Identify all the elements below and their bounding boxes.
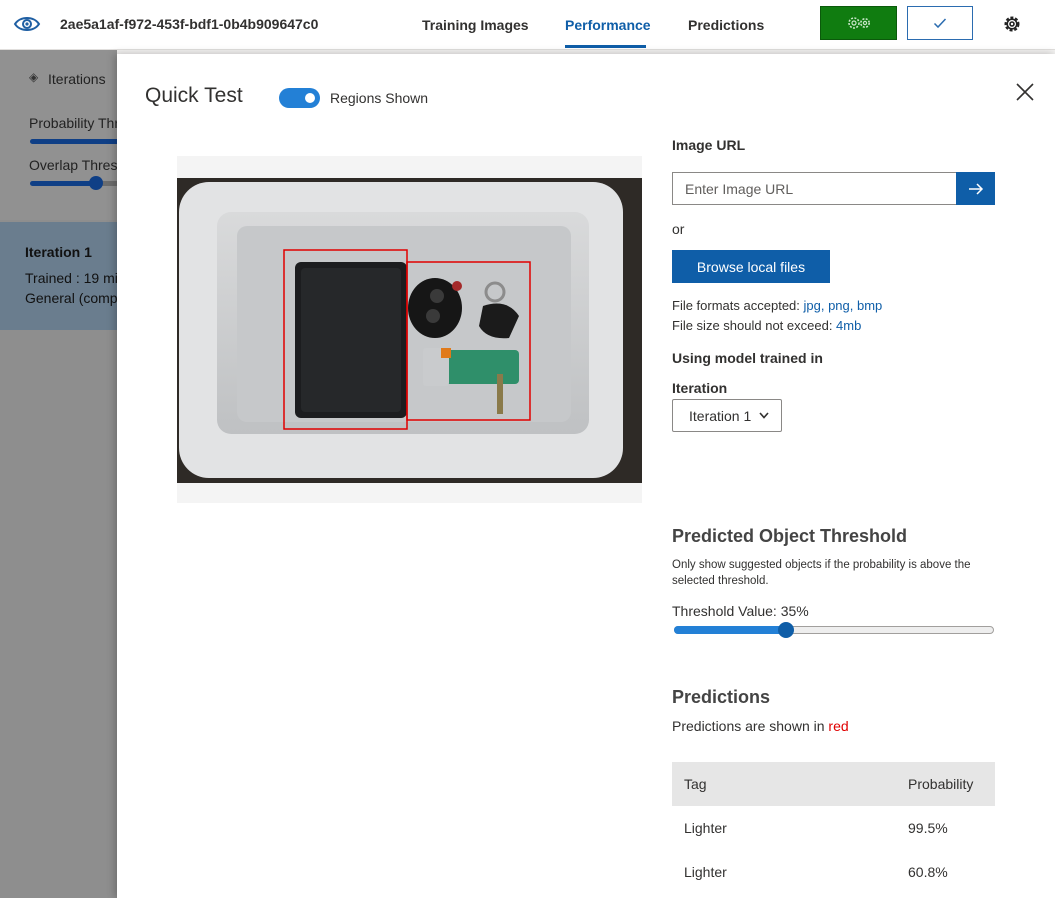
predictions-note-color: red: [828, 718, 849, 734]
threshold-value-label: Threshold Value: 35%: [672, 603, 809, 619]
iteration-card-domain: General (compa: [25, 290, 126, 306]
table-row[interactable]: Lighter 60.8%: [672, 850, 995, 894]
probability-threshold-slider[interactable]: [30, 139, 130, 144]
panel-title: Quick Test: [145, 84, 243, 107]
tab-training-images[interactable]: Training Images: [422, 17, 529, 33]
gear-icon[interactable]: [1001, 13, 1023, 35]
submit-url-button[interactable]: [956, 172, 995, 205]
file-size-info: File size should not exceed: 4mb: [672, 318, 861, 333]
chevron-down-icon: [759, 412, 769, 419]
iteration-card-trained: Trained : 19 mi: [25, 270, 118, 286]
iterations-label: Iterations: [48, 71, 106, 87]
close-icon[interactable]: [1015, 82, 1035, 102]
iteration-select[interactable]: Iteration 1: [672, 399, 782, 432]
gears-icon: [847, 17, 870, 29]
model-trained-label: Using model trained in: [672, 350, 823, 366]
table-header: Tag Probability: [672, 762, 995, 806]
background-side-panel: ◈ Iterations Probability Thr Overlap Thr…: [0, 50, 130, 898]
active-tab-indicator: [565, 45, 646, 48]
file-size-label: File size should not exceed:: [672, 318, 837, 333]
column-header-probability[interactable]: Probability: [908, 776, 995, 792]
file-formats-label: File formats accepted:: [672, 298, 804, 313]
regions-shown-toggle[interactable]: [279, 88, 320, 108]
overlap-threshold-label: Overlap Thresh: [29, 157, 126, 173]
overlap-threshold-knob[interactable]: [89, 176, 103, 190]
iteration-card[interactable]: Iteration 1 Trained : 19 mi General (com…: [0, 222, 125, 330]
threshold-slider-fill: [674, 626, 786, 634]
column-header-tag[interactable]: Tag: [672, 776, 908, 792]
train-button[interactable]: [820, 6, 897, 40]
threshold-description: Only show suggested objects if the proba…: [672, 559, 971, 587]
quick-test-button[interactable]: [907, 6, 973, 40]
test-image-frame: [177, 156, 642, 503]
file-size-value: 4mb: [836, 318, 862, 333]
file-formats-info: File formats accepted: jpg, png, bmp: [672, 298, 882, 313]
iteration-card-title: Iteration 1: [25, 244, 92, 260]
file-formats-value: jpg, png, bmp: [803, 298, 883, 313]
image-url-input[interactable]: [672, 172, 957, 205]
iteration-select-value: Iteration 1: [689, 407, 752, 424]
threshold-slider-knob[interactable]: [778, 622, 794, 638]
regions-shown-label: Regions Shown: [330, 90, 429, 106]
row-probability: 60.8%: [908, 864, 948, 880]
predictions-title: Predictions: [672, 687, 771, 707]
predictions-table: Tag Probability Lighter 99.5% Lighter 60…: [672, 762, 995, 894]
tab-predictions[interactable]: Predictions: [688, 17, 764, 33]
project-id: 2ae5a1af-f972-453f-bdf1-0b4b909647c0: [60, 16, 319, 32]
image-url-label: Image URL: [672, 137, 746, 153]
predictions-note-text: Predictions are shown in: [672, 718, 829, 734]
threshold-title: Predicted Object Threshold: [672, 526, 908, 546]
arrow-right-icon: [968, 182, 983, 195]
predictions-color-note: Predictions are shown in red: [672, 718, 849, 734]
row-tag: Lighter: [684, 864, 727, 880]
toggle-knob: [305, 93, 315, 103]
iteration-settings-section: ◈ Iterations Probability Thr Overlap Thr…: [0, 50, 130, 220]
check-icon: [933, 18, 947, 29]
quick-test-panel: Quick Test Regions Shown Image URL Enter…: [117, 54, 1055, 898]
tab-performance[interactable]: Performance: [565, 17, 651, 33]
iteration-select-label: Iteration: [672, 380, 728, 396]
top-bar: 2ae5a1af-f972-453f-bdf1-0b4b909647c0 Tra…: [0, 0, 1055, 50]
or-separator: or: [672, 221, 685, 237]
eye-logo-icon[interactable]: [13, 12, 41, 36]
table-row[interactable]: Lighter 99.5%: [672, 806, 995, 850]
browse-local-files-button[interactable]: Browse local files: [672, 250, 830, 283]
layers-icon: ◈: [29, 70, 39, 84]
row-probability: 99.5%: [908, 820, 948, 836]
test-image: [177, 178, 642, 483]
row-tag: Lighter: [684, 820, 727, 836]
probability-threshold-label: Probability Thr: [29, 115, 120, 131]
